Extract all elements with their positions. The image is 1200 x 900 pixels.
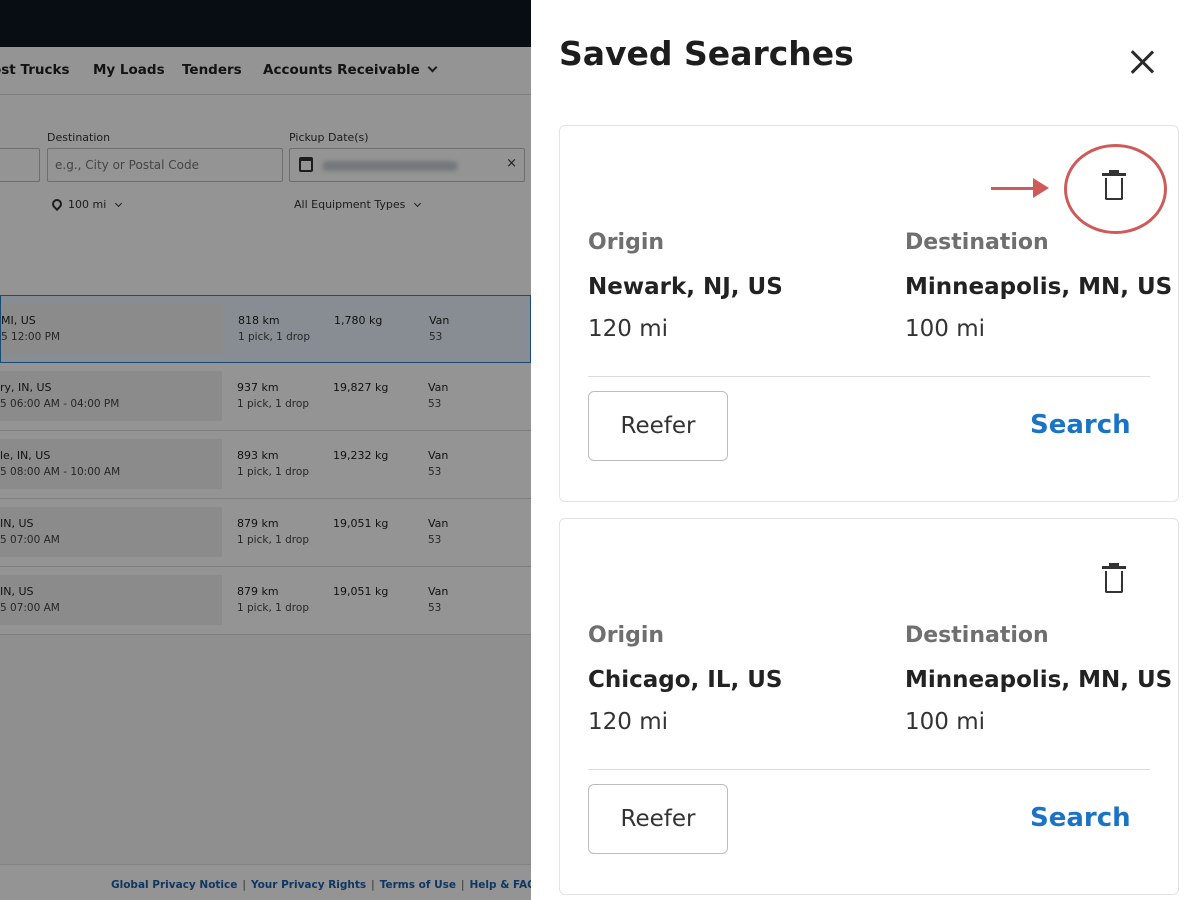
trash-bin xyxy=(1105,571,1123,593)
destination-value: Minneapolis, MN, US xyxy=(905,667,1173,693)
annotation-arrow-line xyxy=(991,187,1035,190)
equipment-tag: Reefer xyxy=(588,784,728,854)
search-button[interactable]: Search xyxy=(1030,803,1131,833)
origin-value: Newark, NJ, US xyxy=(588,274,783,300)
annotation-circle xyxy=(1064,144,1167,234)
origin-label: Origin xyxy=(588,623,665,648)
destination-label: Destination xyxy=(905,623,1049,648)
close-icon[interactable] xyxy=(1124,44,1160,80)
origin-label: Origin xyxy=(588,230,665,255)
annotation-arrow-icon xyxy=(1033,178,1049,198)
trash-lid xyxy=(1102,566,1126,569)
destination-radius: 100 mi xyxy=(905,709,986,735)
destination-label: Destination xyxy=(905,230,1049,255)
equipment-tag: Reefer xyxy=(588,391,728,461)
saved-search-card: Origin Destination Chicago, IL, US Minne… xyxy=(559,518,1179,895)
drawer-title: Saved Searches xyxy=(559,34,854,73)
modal-backdrop[interactable] xyxy=(0,0,531,900)
trash-icon[interactable] xyxy=(1101,563,1127,598)
destination-value: Minneapolis, MN, US xyxy=(905,274,1173,300)
origin-radius: 120 mi xyxy=(588,709,669,735)
background-app: ost Trucks My Loads Tenders Accounts Rec… xyxy=(0,0,531,900)
origin-radius: 120 mi xyxy=(588,316,669,342)
search-button[interactable]: Search xyxy=(1030,410,1131,440)
divider xyxy=(588,376,1150,377)
divider xyxy=(588,769,1150,770)
origin-value: Chicago, IL, US xyxy=(588,667,783,693)
destination-radius: 100 mi xyxy=(905,316,986,342)
saved-searches-drawer: Saved Searches Origin Destination Newark… xyxy=(531,0,1200,900)
